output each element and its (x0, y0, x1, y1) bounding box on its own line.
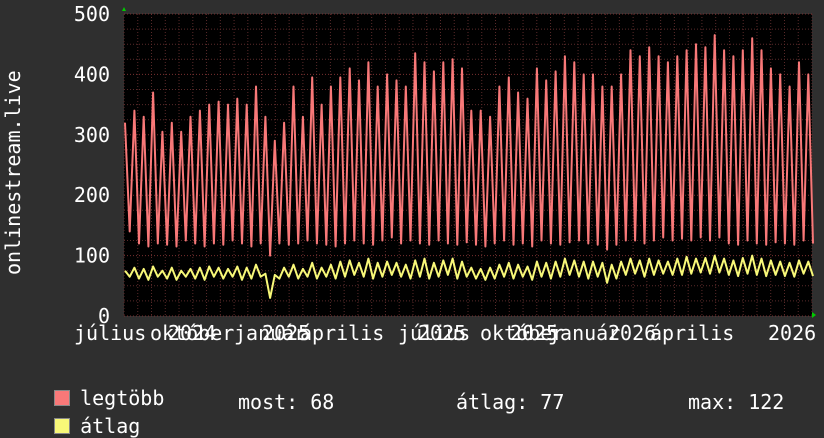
x-ticks: július október2024 január2025április július… (74, 321, 816, 345)
stat-max: max: 122 (688, 390, 785, 414)
y-tick-label: 500 (74, 2, 110, 26)
x-tick-label: április (300, 321, 384, 345)
x-tick-label: 2026 (768, 321, 816, 345)
stat-atlag: átlag: 77 (456, 390, 565, 414)
x-tick-label: 2025 (418, 321, 466, 345)
x-tick-label: július (74, 321, 146, 345)
stat-most: most: 68 (238, 390, 335, 414)
legend-atlag: átlag (30, 390, 140, 438)
y-tick-label: 400 (74, 62, 110, 86)
x-axis-arrow (812, 312, 816, 318)
legend-swatch-atlag (54, 417, 71, 434)
y-tick-label: 100 (74, 244, 110, 268)
x-tick-label: 2024 (168, 321, 216, 345)
y-ticks: 0100200300400500 (74, 2, 110, 328)
y-axis-arrow (122, 7, 126, 11)
x-tick-label: 2026 (608, 321, 656, 345)
y-tick-label: 200 (74, 183, 110, 207)
legend-label-atlag: átlag (80, 414, 141, 438)
y-axis-label: onlinestream.live (1, 70, 25, 275)
y-tick-label: 300 (74, 123, 110, 147)
x-tick-label: április (650, 321, 734, 345)
